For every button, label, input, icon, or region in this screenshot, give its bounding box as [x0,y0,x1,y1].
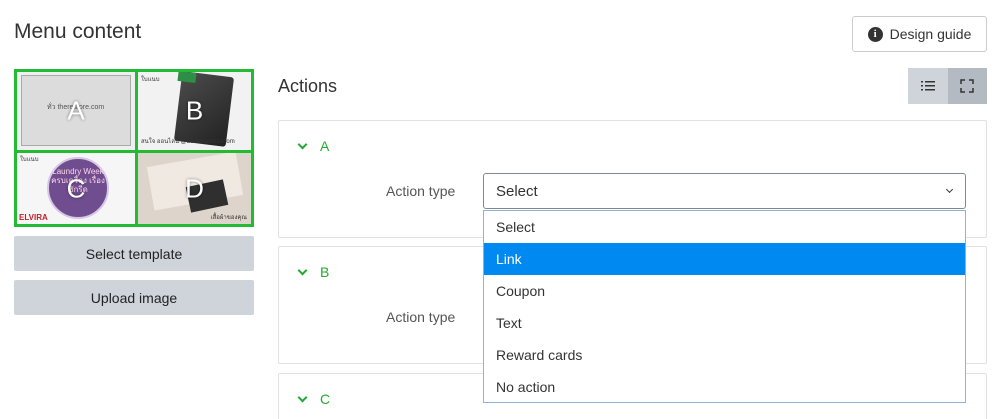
cell-b-top-text: ใบแนบ [141,77,160,83]
cell-d-bottom-text: เสื้อผ้าของคุณ [210,215,247,221]
chevron-down-icon [945,185,954,194]
cell-c-letter: C [66,173,86,203]
panel-a-action-type-label: Action type [386,183,456,199]
dropdown-option-text[interactable]: Text [484,307,965,339]
chevron-down-icon [297,265,308,275]
cell-c-top-text: ใบแนบ [20,157,39,163]
design-guide-label: Design guide [889,26,972,42]
list-icon [920,81,935,91]
chevron-down-icon [297,139,308,149]
info-icon: i [867,26,883,42]
select-template-button[interactable]: Select template [14,236,254,271]
panel-c-header[interactable]: C [297,391,331,407]
dropdown-option-select[interactable]: Select [484,211,965,243]
action-type-dropdown: Select Link Coupon Text Reward cards No … [483,210,966,403]
template-cell-c[interactable]: ใบแนบ Laundry Week ครบเครื่อง เรื่องซักร… [17,153,135,224]
dropdown-option-no-action[interactable]: No action [484,371,965,403]
actions-title: Actions [278,76,338,96]
design-guide-button[interactable]: i Design guide [852,16,987,52]
expand-view-button[interactable] [947,68,987,104]
cell-b-bottom-text: สนใจ ออนไลน์ @dedeeanstoracom [141,139,235,145]
dropdown-option-coupon[interactable]: Coupon [484,275,965,307]
dropdown-option-reward-cards[interactable]: Reward cards [484,339,965,371]
panel-b-action-type-label: Action type [386,309,456,325]
expand-icon [960,79,974,93]
page-title: Menu content [14,20,142,43]
dropdown-option-link[interactable]: Link [484,243,965,275]
list-view-button[interactable] [908,68,948,104]
template-cell-a[interactable]: ทั่ว therestore.com A [17,72,135,150]
upload-image-button[interactable]: Upload image [14,280,254,315]
panel-c-title: C [320,391,331,407]
template-cell-b[interactable]: ใบแนบ สนใจ ออนไลน์ @dedeeanstoracom B [138,72,251,150]
grid-divider-horizontal [17,150,251,153]
cell-b-letter: B [185,95,204,126]
template-preview[interactable]: ทั่ว therestore.com A ใบแนบ สนใจ ออนไลน์… [14,69,254,227]
view-toggle [908,68,987,104]
panel-b-header[interactable]: B [297,264,330,280]
cell-d-letter: D [185,173,204,203]
cell-c-brand: ELVIRA [19,213,48,222]
panel-b-title: B [320,264,330,280]
action-type-select-value: Select [496,182,538,200]
template-cell-d[interactable]: เสื้อผ้าของคุณ D [138,153,251,224]
panel-a-header[interactable]: A [297,138,330,154]
panel-a-title: A [320,138,330,154]
cell-a-letter: A [67,95,85,126]
action-type-select[interactable]: Select [483,173,966,209]
chevron-down-icon [297,392,308,402]
